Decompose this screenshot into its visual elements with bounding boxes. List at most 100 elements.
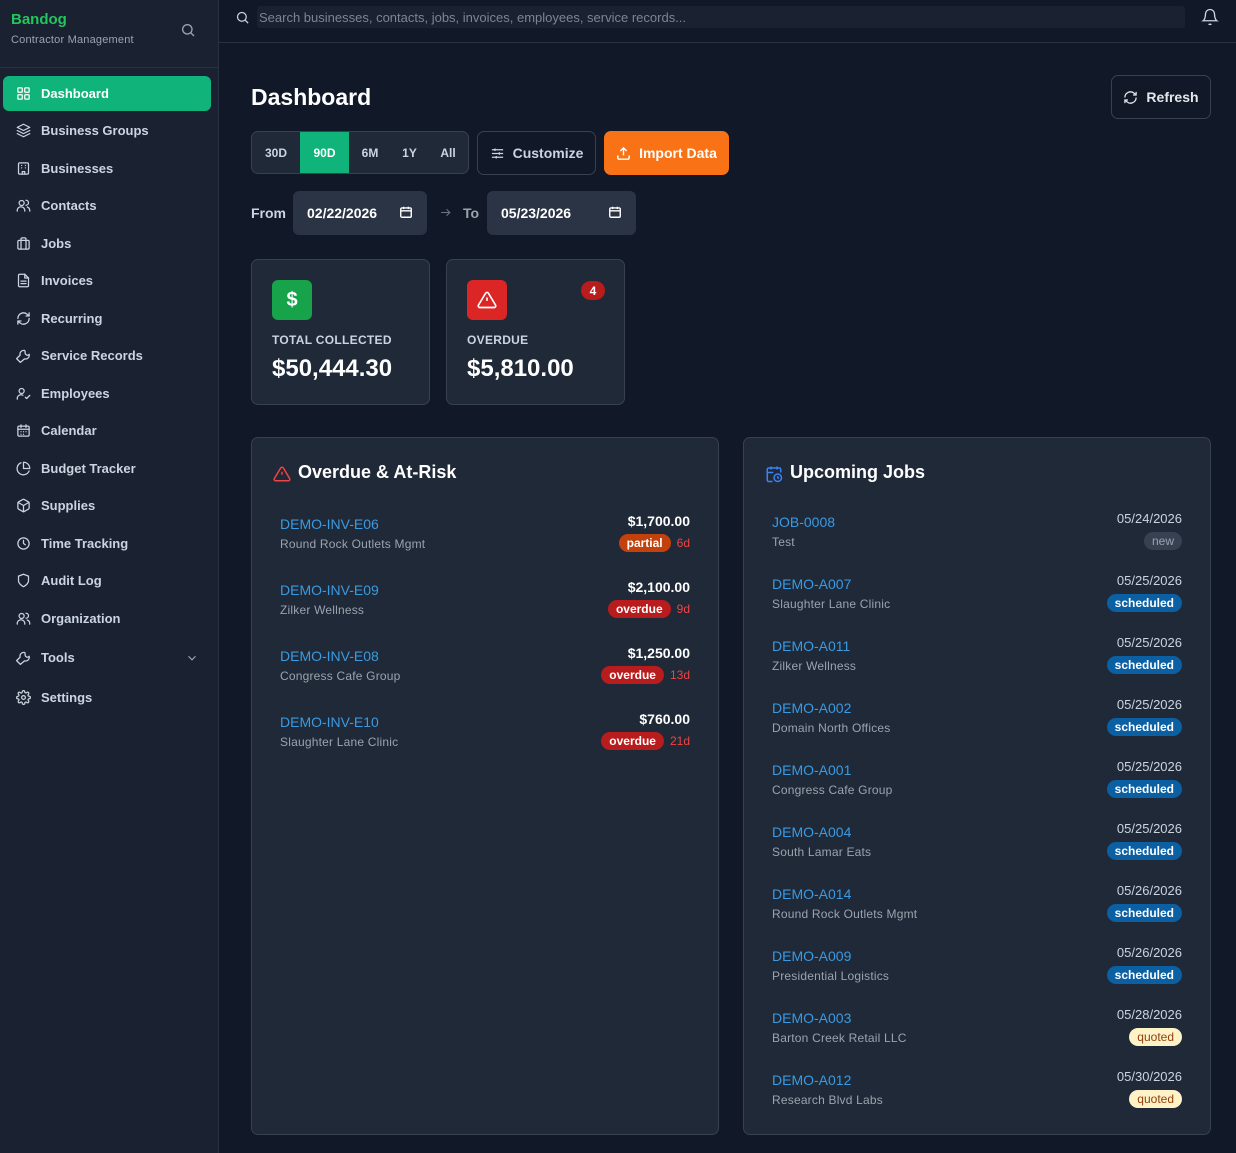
status-badge: scheduled	[1106, 594, 1182, 612]
sidebar-item-supplies[interactable]: Supplies	[3, 488, 211, 523]
status-badge: new	[1143, 532, 1182, 550]
sidebar-item-service-records[interactable]: Service Records	[3, 338, 211, 373]
list-item[interactable]: JOB-0008 Test 05/24/2026 new	[772, 511, 1182, 560]
job-date: 05/25/2026	[1116, 635, 1182, 650]
search-icon[interactable]	[180, 22, 196, 38]
invoice-link[interactable]: DEMO-INV-E10	[280, 714, 379, 730]
client-name: Round Rock Outlets Mgmt	[772, 907, 918, 921]
range-all[interactable]: All	[428, 132, 468, 173]
from-date-input[interactable]: 02/22/2026	[293, 191, 427, 235]
invoice-link[interactable]: DEMO-INV-E08	[280, 648, 379, 664]
refresh-button[interactable]: Refresh	[1111, 75, 1211, 119]
job-link[interactable]: DEMO-A011	[772, 638, 850, 654]
chevron-down-icon[interactable]	[185, 651, 199, 665]
sidebar-item-time-tracking[interactable]: Time Tracking	[3, 526, 211, 561]
list-item[interactable]: DEMO-INV-E10 Slaughter Lane Clinic $760.00…	[280, 711, 690, 760]
stat-value: $50,444.30	[272, 355, 393, 382]
sidebar-item-organization[interactable]: Organization	[3, 601, 211, 636]
job-link[interactable]: DEMO-A009	[772, 948, 851, 964]
refresh-label: Refresh	[1146, 89, 1199, 105]
job-link[interactable]: DEMO-A012	[772, 1072, 851, 1088]
client-name: Domain North Offices	[772, 721, 891, 735]
job-link[interactable]: DEMO-A007	[772, 576, 851, 592]
list-item[interactable]: DEMO-A009 Presidential Logistics 05/26/202…	[772, 945, 1182, 994]
sidebar-item-label: Contacts	[41, 198, 97, 213]
list-item[interactable]: DEMO-INV-E09 Zilker Wellness $2,100.00 over…	[280, 579, 690, 628]
job-link[interactable]: DEMO-A001	[772, 762, 851, 778]
brand-name[interactable]: Bandog	[11, 11, 134, 28]
sidebar-item-audit-log[interactable]: Audit Log	[3, 563, 211, 598]
job-link[interactable]: DEMO-A014	[772, 886, 851, 902]
to-label: To	[463, 205, 480, 221]
sidebar-item-contacts[interactable]: Contacts	[3, 188, 211, 223]
package-icon	[15, 498, 31, 514]
sidebar-item-label: Settings	[41, 690, 93, 705]
clock-icon	[15, 536, 31, 552]
client-name: South Lamar Eats	[772, 845, 872, 859]
sidebar-item-recurring[interactable]: Recurring	[3, 301, 211, 336]
search-icon	[236, 11, 249, 24]
from-label: From	[251, 205, 286, 221]
list-item[interactable]: DEMO-A007 Slaughter Lane Clinic 05/25/2026…	[772, 573, 1182, 622]
range-30d[interactable]: 30D	[252, 132, 300, 173]
page-title: Dashboard	[251, 84, 372, 110]
total-collected-card[interactable]: $ TOTAL COLLECTED $50,444.30	[251, 259, 430, 405]
job-link[interactable]: JOB-0008	[772, 514, 835, 530]
invoice-amount: $2,100.00	[627, 579, 690, 595]
sidebar-item-tools[interactable]: Tools	[3, 640, 211, 675]
invoice-link[interactable]: DEMO-INV-E09	[280, 582, 379, 598]
range-90d[interactable]: 90D	[300, 132, 349, 173]
job-date: 05/25/2026	[1116, 759, 1182, 774]
to-date-value: 05/23/2026	[501, 205, 572, 221]
from-date-value: 02/22/2026	[307, 205, 378, 221]
sidebar-item-label: Invoices	[41, 273, 94, 288]
sidebar-item-label: Budget Tracker	[41, 461, 136, 476]
sliders-icon	[491, 148, 503, 158]
job-link[interactable]: DEMO-A003	[772, 1010, 851, 1026]
sidebar-item-employees[interactable]: Employees	[3, 376, 211, 411]
calendar-icon[interactable]	[399, 205, 413, 219]
invoice-amount: $1,700.00	[627, 513, 690, 529]
sidebar-item-business-groups[interactable]: Business Groups	[3, 113, 211, 148]
client-name: Test	[772, 535, 795, 549]
import-data-button[interactable]: Import Data	[604, 131, 729, 175]
job-link[interactable]: DEMO-A004	[772, 824, 851, 840]
brand-subtitle: Contractor Management	[11, 34, 134, 46]
sidebar-item-jobs[interactable]: Jobs	[3, 226, 211, 261]
global-search-input[interactable]	[257, 6, 1185, 28]
import-label: Import Data	[639, 145, 717, 161]
list-item[interactable]: DEMO-A003 Barton Creek Retail LLC 05/28/20…	[772, 1007, 1182, 1056]
sidebar-item-budget-tracker[interactable]: Budget Tracker	[3, 451, 211, 486]
list-item[interactable]: DEMO-INV-E06 Round Rock Outlets Mgmt $1,70…	[280, 513, 690, 562]
sidebar-item-label: Business Groups	[41, 123, 149, 138]
sidebar-item-label: Businesses	[41, 161, 114, 176]
list-item[interactable]: DEMO-A001 Congress Cafe Group 05/25/2026 sc…	[772, 759, 1182, 808]
sidebar-item-calendar[interactable]: Calendar	[3, 413, 211, 448]
overdue-card[interactable]: 4 OVERDUE $5,810.00	[446, 259, 625, 405]
list-item[interactable]: DEMO-A011 Zilker Wellness 05/25/2026 schedu…	[772, 635, 1182, 684]
range-1y[interactable]: 1Y	[391, 132, 428, 173]
list-item[interactable]: DEMO-A002 Domain North Offices 05/25/2026 s…	[772, 697, 1182, 746]
sidebar-item-label: Calendar	[41, 423, 97, 438]
sidebar-item-invoices[interactable]: Invoices	[3, 263, 211, 298]
list-item[interactable]: DEMO-A012 Research Blvd Labs 05/30/2026 quo…	[772, 1069, 1182, 1118]
range-6m[interactable]: 6M	[349, 132, 391, 173]
brand: Bandog Contractor Management	[11, 11, 134, 46]
sidebar-item-settings[interactable]: Settings	[3, 680, 211, 715]
customize-button[interactable]: Customize	[477, 131, 596, 175]
sidebar-item-dashboard[interactable]: Dashboard	[3, 76, 211, 111]
sidebar-item-businesses[interactable]: Businesses	[3, 151, 211, 186]
job-link[interactable]: DEMO-A002	[772, 700, 851, 716]
list-item[interactable]: DEMO-A014 Round Rock Outlets Mgmt 05/26/20…	[772, 883, 1182, 932]
client-name: Zilker Wellness	[772, 659, 857, 673]
status-badge: scheduled	[1106, 656, 1182, 674]
to-date-input[interactable]: 05/23/2026	[487, 191, 636, 235]
stat-label: OVERDUE	[467, 333, 529, 347]
list-item[interactable]: DEMO-A004 South Lamar Eats 05/25/2026 sched…	[772, 821, 1182, 870]
status-badge: overdue	[601, 666, 664, 684]
list-item[interactable]: DEMO-INV-E08 Congress Cafe Group $1,250.00…	[280, 645, 690, 694]
sidebar-item-label: Supplies	[41, 498, 96, 513]
calendar-icon[interactable]	[608, 205, 622, 219]
bell-icon[interactable]	[1201, 8, 1219, 26]
invoice-link[interactable]: DEMO-INV-E06	[280, 516, 379, 532]
